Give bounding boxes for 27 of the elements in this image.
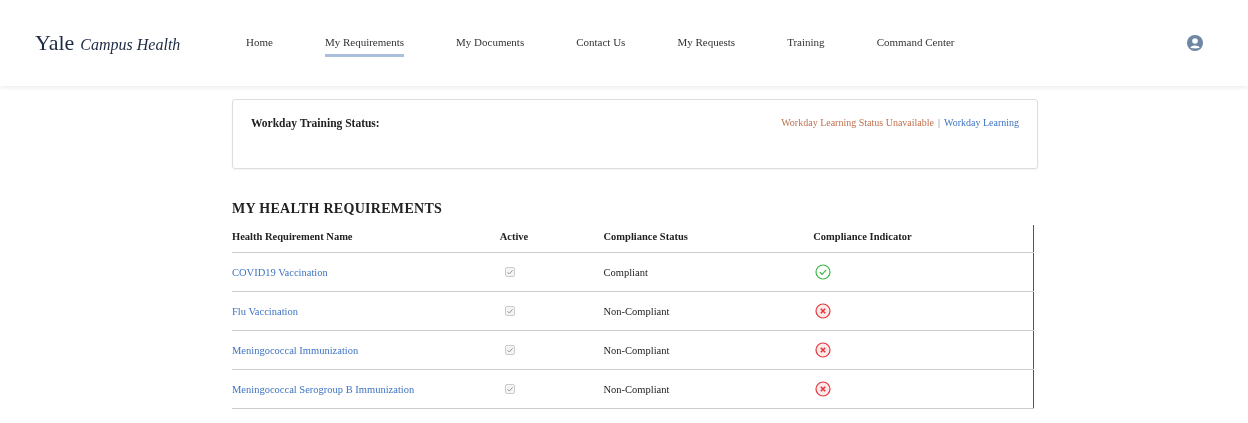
logo-wordmark[interactable]: Yale — [35, 30, 75, 56]
user-account-icon[interactable] — [1187, 35, 1203, 51]
column-header: Compliance Status — [603, 225, 814, 253]
nav-tab[interactable]: My Requests — [677, 29, 736, 57]
logo-subtitle[interactable]: Campus Health — [80, 36, 181, 54]
column-header: Compliance Indicator — [813, 225, 1034, 253]
compliance-status: Non-Compliant — [603, 291, 814, 331]
column-header: Health Requirement Name — [232, 225, 500, 253]
requirement-link[interactable]: COVID19 Vaccination — [232, 252, 500, 292]
nav-tab[interactable]: Contact Us — [576, 29, 626, 57]
nav-tab[interactable]: My Requirements — [324, 29, 405, 57]
requirement-link[interactable]: Meningococcal Immunization — [232, 330, 500, 370]
requirement-link[interactable]: Flu Vaccination — [232, 291, 500, 331]
nav-tab[interactable]: Training — [787, 29, 825, 57]
requirement-link[interactable]: Meningococcal Serogroup B Immunization — [232, 369, 500, 409]
column-header: Active — [499, 225, 604, 253]
separator: | — [938, 117, 940, 128]
workday-learning-link[interactable]: Workday Learning — [944, 117, 1019, 128]
compliance-status: Compliant — [603, 252, 814, 292]
compliance-status: Non-Compliant — [603, 330, 814, 370]
compliance-status: Non-Compliant — [603, 369, 814, 409]
section-heading: MY HEALTH REQUIREMENTS — [232, 201, 444, 217]
nav-tab[interactable]: Home — [246, 29, 273, 57]
nav-tab[interactable]: My Documents — [456, 29, 525, 57]
nav-tab[interactable]: Command Center — [876, 29, 955, 57]
card-label: Workday Training Status: — [251, 117, 380, 129]
status-message: Workday Learning Status Unavailable — [781, 117, 934, 128]
